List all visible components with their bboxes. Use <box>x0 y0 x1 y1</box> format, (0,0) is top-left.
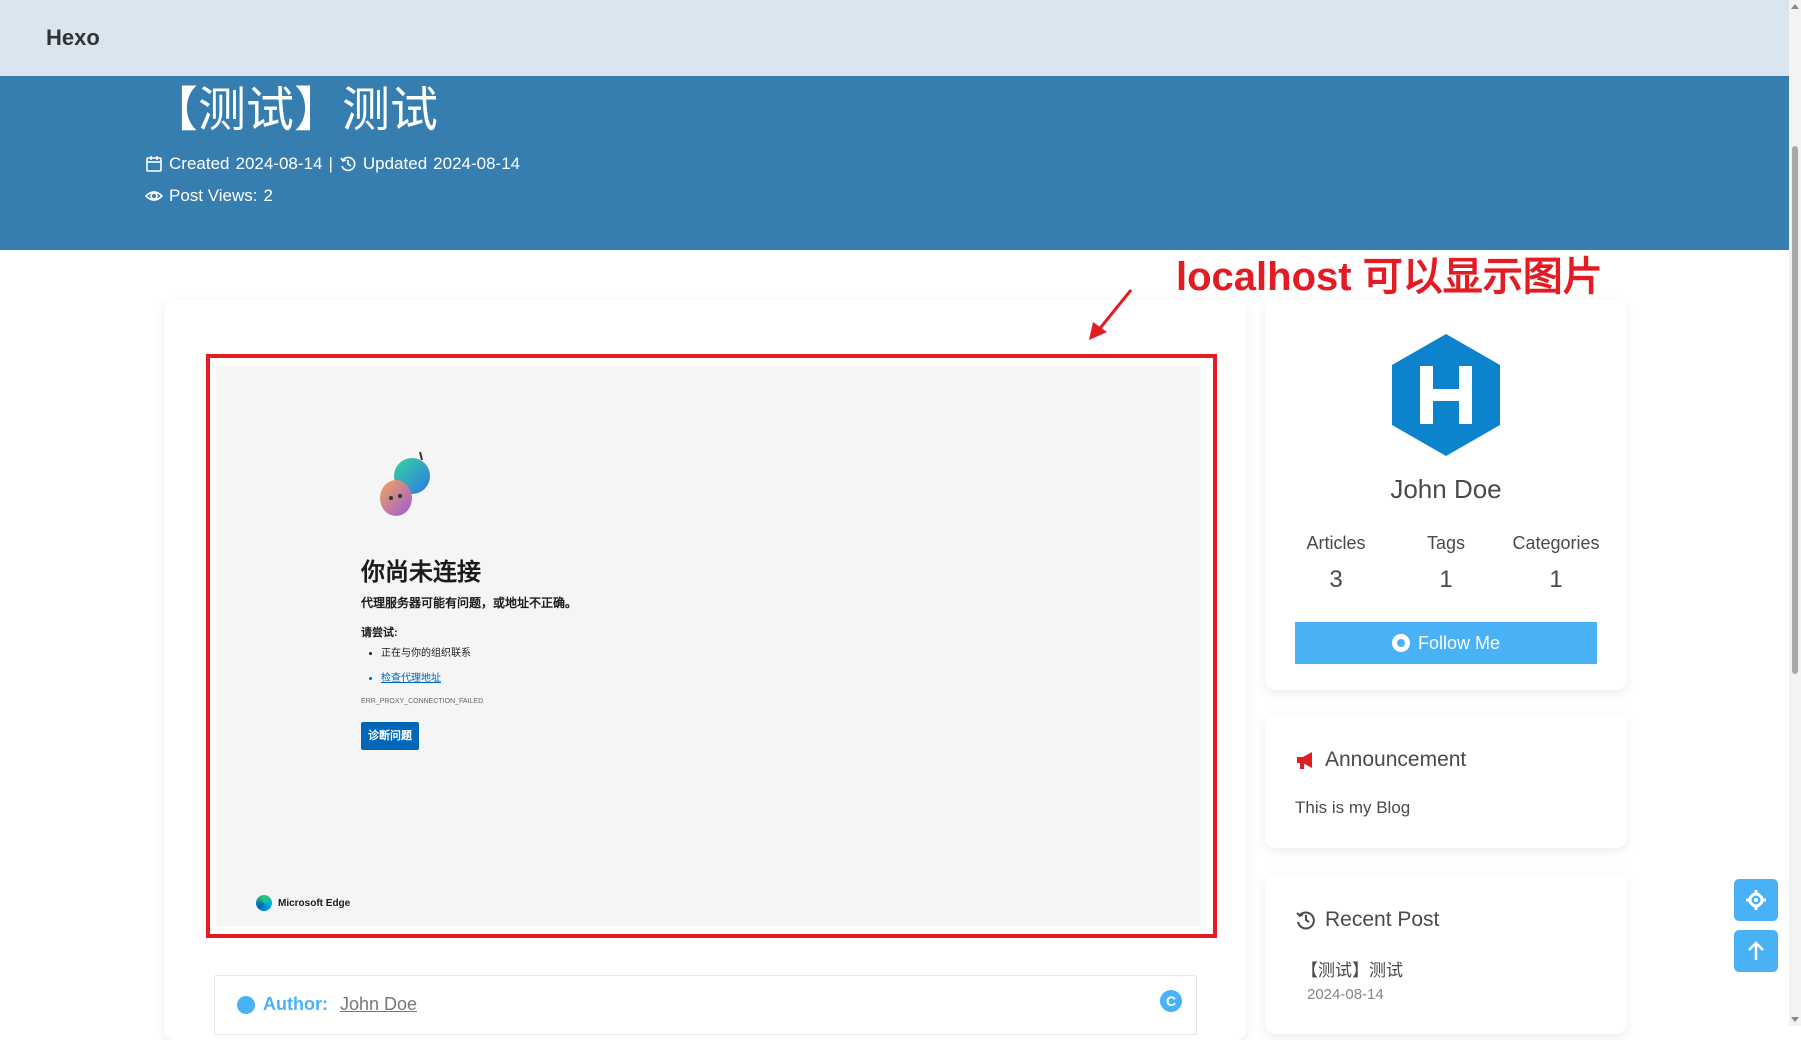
announcement-title: Announcement <box>1325 748 1467 771</box>
scroll-down-arrow[interactable] <box>1791 1017 1799 1022</box>
back-to-top-button[interactable] <box>1734 930 1778 972</box>
views-count: 2 <box>263 186 273 205</box>
post-header-banner: 【测试】测试 Created 2024-08-14 | Updated 2024… <box>0 76 1789 250</box>
announcement-card: Announcement This is my Blog <box>1265 714 1627 848</box>
created-label: Created <box>169 154 230 173</box>
edge-suggestion-link: 检查代理地址 <box>381 669 471 684</box>
stat-tags[interactable]: Tags 1 <box>1396 533 1496 594</box>
recent-post-link[interactable]: 【测试】测试 <box>1301 956 1403 981</box>
stat-value: 3 <box>1329 566 1343 593</box>
edge-error-title: 你尚未连接 <box>361 559 481 586</box>
eye-icon <box>145 191 163 201</box>
clock-icon <box>1296 911 1315 930</box>
post-meta-views: Post Views: 2 <box>145 186 273 206</box>
announcement-text: This is my Blog <box>1295 798 1411 817</box>
post-title: 【测试】测试 <box>150 84 439 137</box>
updated-label: Updated <box>362 154 428 173</box>
stat-label: Categories <box>1512 533 1600 553</box>
edge-error-subtitle: 代理服务器可能有问题，或地址不正确。 <box>361 596 578 610</box>
calendar-icon <box>146 156 162 172</box>
views-label: Post Views: <box>169 186 258 205</box>
created-date: 2024-08-14 <box>235 154 323 173</box>
edge-diagnose-button: 诊断问题 <box>361 722 419 750</box>
edge-brand-text: Microsoft Edge <box>278 897 351 909</box>
updated-date: 2024-08-14 <box>433 154 521 173</box>
stat-value: 1 <box>1549 566 1563 593</box>
stat-value: 1 <box>1439 566 1453 593</box>
edge-logo-icon <box>256 895 272 911</box>
hexo-avatar-icon[interactable] <box>1390 332 1502 458</box>
profile-stats: Articles 3 Tags 1 Categories 1 <box>1281 533 1611 594</box>
annotation-arrow-icon <box>1089 289 1133 340</box>
edge-error-code: ERR_PROXY_CONNECTION_FAILED <box>361 698 484 705</box>
author-row: Author: John Doe <box>237 994 417 1015</box>
history-icon <box>340 156 356 172</box>
stat-categories[interactable]: Categories 1 <box>1506 533 1606 594</box>
profile-name: John Doe <box>1390 474 1502 504</box>
stat-articles[interactable]: Articles 3 <box>1286 533 1386 594</box>
site-brand[interactable]: Hexo <box>46 25 100 51</box>
follow-me-button[interactable]: Follow Me <box>1295 622 1597 664</box>
recent-post-title: Recent Post <box>1325 908 1440 931</box>
recent-post-heading: Recent Post <box>1295 908 1439 932</box>
top-navbar: Hexo <box>0 0 1789 76</box>
scrollbar-thumb[interactable] <box>1792 146 1798 674</box>
author-profile-card: John Doe Articles 3 Tags 1 Categories 1 … <box>1265 300 1627 690</box>
megaphone-icon <box>1297 752 1312 769</box>
github-icon <box>1391 634 1410 652</box>
recent-post-card: Recent Post 【测试】测试 2024-08-14 <box>1265 874 1627 1034</box>
announcement-heading: Announcement <box>1295 748 1466 772</box>
edge-suggestion-list: 正在与你的组织联系 检查代理地址 <box>361 644 471 694</box>
arrow-up-icon <box>1748 941 1764 960</box>
gear-icon <box>1746 890 1766 910</box>
stat-label: Articles <box>1306 533 1366 553</box>
edge-suggestion-item: 正在与你的组织联系 <box>381 644 471 659</box>
user-circle-icon <box>237 995 255 1014</box>
settings-button[interactable] <box>1734 879 1778 921</box>
meta-separator: | <box>328 154 333 173</box>
follow-label: Follow Me <box>1417 632 1501 653</box>
scroll-up-arrow[interactable] <box>1791 4 1799 9</box>
vertical-scrollbar[interactable] <box>1789 0 1801 1026</box>
author-label: Author: <box>263 994 328 1014</box>
annotation-highlight-box: 你尚未连接 代理服务器可能有问题，或地址不正确。 请尝试: 正在与你的组织联系 … <box>206 354 1217 938</box>
author-link[interactable]: John Doe <box>340 994 417 1015</box>
post-meta-dates: Created 2024-08-14 | Updated 2024-08-14 <box>145 154 520 174</box>
embedded-edge-screenshot: 你尚未连接 代理服务器可能有问题，或地址不正确。 请尝试: 正在与你的组织联系 … <box>216 366 1201 926</box>
annotation-caption: localhost 可以显示图片 <box>1176 255 1603 299</box>
cc-icon: C <box>1160 990 1182 1012</box>
edge-try-label: 请尝试: <box>361 627 398 639</box>
post-copyright-box: Author: John Doe C <box>214 975 1197 1035</box>
disconnected-plug-illustration <box>380 451 430 516</box>
stat-label: Tags <box>1426 533 1466 553</box>
recent-post-date: 2024-08-14 <box>1307 986 1384 1003</box>
edge-brand: Microsoft Edge <box>256 895 350 911</box>
